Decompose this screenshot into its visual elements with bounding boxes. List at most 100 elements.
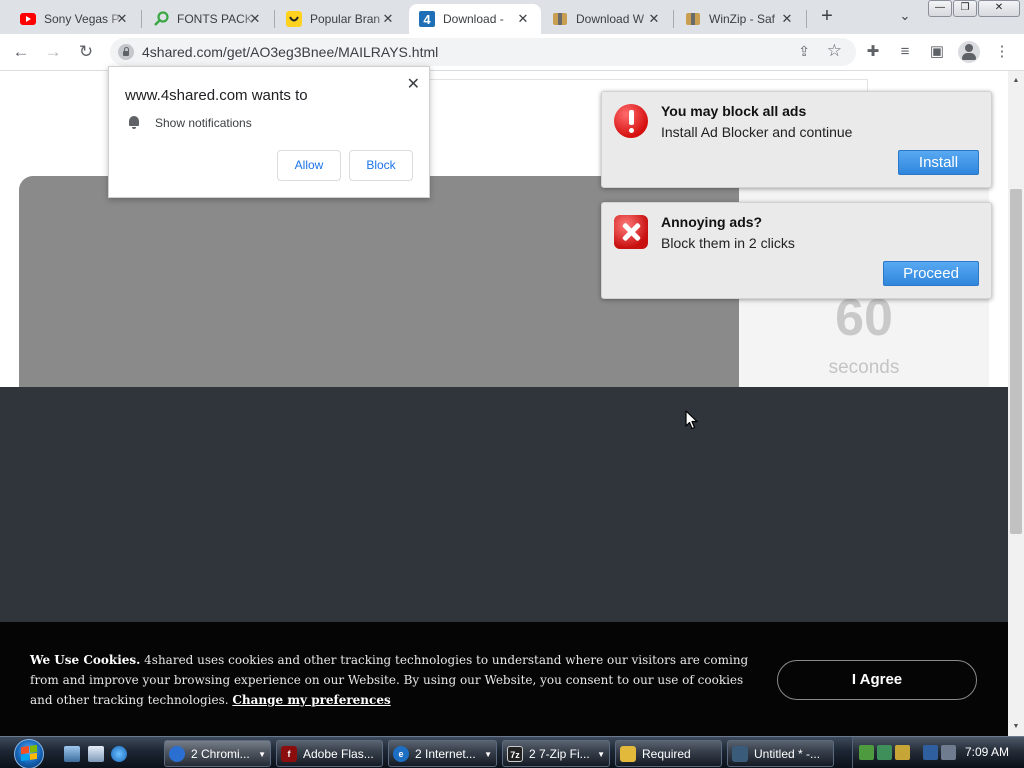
lock-icon[interactable] [118,44,134,60]
close-tab-icon[interactable]: ✕ [114,11,130,27]
scrollbar-thumb[interactable] [1010,189,1022,534]
app-tray-icon[interactable] [895,745,910,760]
notification-heading: You may block all ads [661,103,807,119]
tab-strip: Sony Vegas P ✕ FONTS PACK ✕ Popular Bran… [0,0,1024,34]
bell-icon [128,115,140,129]
scroll-up-icon[interactable]: ▲ [1008,73,1024,89]
address-bar[interactable]: 4shared.com/get/AO3eg3Bnee/MAILRAYS.html… [110,38,856,66]
tab-popular-brands[interactable]: Popular Bran ✕ [276,4,406,34]
block-button[interactable]: Block [349,150,413,181]
media-queue-icon[interactable]: ≡ [894,41,916,63]
menu-kebab-icon[interactable]: ⋮ [991,41,1013,63]
notification-heading: Annoying ads? [661,214,763,230]
task-label: 2 Internet... [415,746,476,761]
notification-subtext: Block them in 2 clicks [661,235,795,251]
close-tab-icon[interactable]: ✕ [515,11,531,27]
forward-arrow-icon[interactable]: → [41,40,65,64]
cookie-text: We Use Cookies. 4shared uses cookies and… [30,650,754,710]
close-tab-icon[interactable]: ✕ [779,11,795,27]
tab-download-winzip[interactable]: Download W ✕ [542,4,672,34]
magnifier-icon [153,11,169,27]
dropdown-arrow-icon: ▼ [484,750,492,759]
adblock-notification-1[interactable]: You may block all ads Install Ad Blocker… [601,91,992,188]
task-label: Required [642,746,691,761]
reload-icon[interactable]: ↻ [74,40,98,64]
dropdown-arrow-icon: ▼ [597,750,605,759]
allow-button[interactable]: Allow [277,150,341,181]
show-desktop-icon[interactable] [64,746,80,762]
tab-separator [673,10,674,28]
extensions-puzzle-icon[interactable]: ✚ [862,41,884,63]
cookie-banner: We Use Cookies. 4shared uses cookies and… [0,622,1008,736]
connection-tray-icon[interactable] [923,745,938,760]
change-preferences-link[interactable]: Change my preferences [232,693,390,707]
url-text: 4shared.com/get/AO3eg3Bnee/MAILRAYS.html [142,44,439,60]
smiley-icon [286,11,302,27]
windows-taskbar: 2 Chromi... ▼ f Adobe Flas... e 2 Intern… [0,736,1024,768]
notification-subtext: Install Ad Blocker and continue [661,124,853,140]
tab-separator [274,10,275,28]
tab-download-active[interactable]: 4 Download - ✕ [409,4,541,34]
youtube-icon [20,11,36,27]
switch-windows-icon[interactable] [88,746,104,762]
notification-permission-popup: www.4shared.com wants to ✕ Show notifica… [108,66,430,198]
chrome-icon [169,745,185,762]
system-clock[interactable]: 7:09 AM [965,745,1009,759]
close-tab-icon[interactable]: ✕ [380,11,396,27]
network-tray-icon[interactable] [859,745,874,760]
folder-icon [620,745,636,762]
back-arrow-icon[interactable]: ← [9,40,33,64]
new-tab-button[interactable]: + [816,6,838,28]
taskbar-internet-explorer[interactable]: e 2 Internet... ▼ [388,740,497,767]
tab-search-chevron-icon[interactable]: ⌄ [896,8,914,26]
scroll-down-icon[interactable]: ▼ [1008,719,1024,735]
page-scrollbar[interactable]: ▲ ▼ [1008,71,1024,736]
share-icon[interactable]: ⇪ [798,43,810,60]
ie-icon: e [393,745,409,762]
4shared-icon: 4 [419,11,435,27]
taskbar-adobe-flash[interactable]: f Adobe Flas... [276,740,383,767]
tab-separator [141,10,142,28]
proceed-button[interactable]: Proceed [883,261,979,286]
side-panel-icon[interactable]: ▣ [926,41,948,63]
adblock-notification-2[interactable]: Annoying ads? Block them in 2 clicks Pro… [601,202,992,299]
ie-quicklaunch-icon[interactable] [111,746,127,762]
mouse-cursor-icon [685,410,698,430]
countdown-label: seconds [828,357,900,378]
dropdown-arrow-icon: ▼ [258,750,266,759]
sync-tray-icon[interactable] [877,745,892,760]
tab-fonts-pack[interactable]: FONTS PACK ✕ [143,4,273,34]
minimize-button[interactable]: — [928,0,952,17]
install-button[interactable]: Install [898,150,979,175]
maximize-button[interactable]: ❐ [953,0,977,17]
system-tray: 7:09 AM [852,737,1024,768]
winzip-icon [685,11,701,27]
close-tab-icon[interactable]: ✕ [646,11,662,27]
windows-flag-icon [21,744,37,762]
volume-muted-icon[interactable] [941,745,956,760]
close-window-button[interactable]: ✕ [978,0,1020,17]
task-label: 2 7-Zip Fi... [529,746,590,761]
svg-text:4: 4 [423,12,431,27]
tab-separator [806,10,807,28]
task-label: Untitled * -... [754,746,821,761]
bookmark-star-icon[interactable]: ☆ [827,41,842,61]
profile-avatar-icon[interactable] [958,41,980,63]
task-label: 2 Chromi... [191,746,250,761]
close-icon[interactable]: ✕ [407,74,420,94]
taskbar-chrome[interactable]: 2 Chromi... ▼ [164,740,271,767]
tab-sony-vegas[interactable]: Sony Vegas P ✕ [10,4,140,34]
video-editor-icon [732,745,748,762]
taskbar-untitled[interactable]: Untitled * -... [727,740,834,767]
permission-title: www.4shared.com wants to [125,87,308,104]
taskbar-required-folder[interactable]: Required [615,740,722,767]
taskbar-7zip[interactable]: 7z 2 7-Zip Fi... ▼ [502,740,610,767]
flash-icon: f [281,745,297,762]
window-controls: — ❐ ✕ [928,0,1024,18]
start-button[interactable] [10,737,50,768]
close-tab-icon[interactable]: ✕ [247,11,263,27]
task-label: Adobe Flas... [303,746,374,761]
tab-winzip-safe[interactable]: WinZip - Saf ✕ [675,4,805,34]
cookie-lead: We Use Cookies. [30,653,141,667]
agree-button[interactable]: I Agree [777,660,977,700]
